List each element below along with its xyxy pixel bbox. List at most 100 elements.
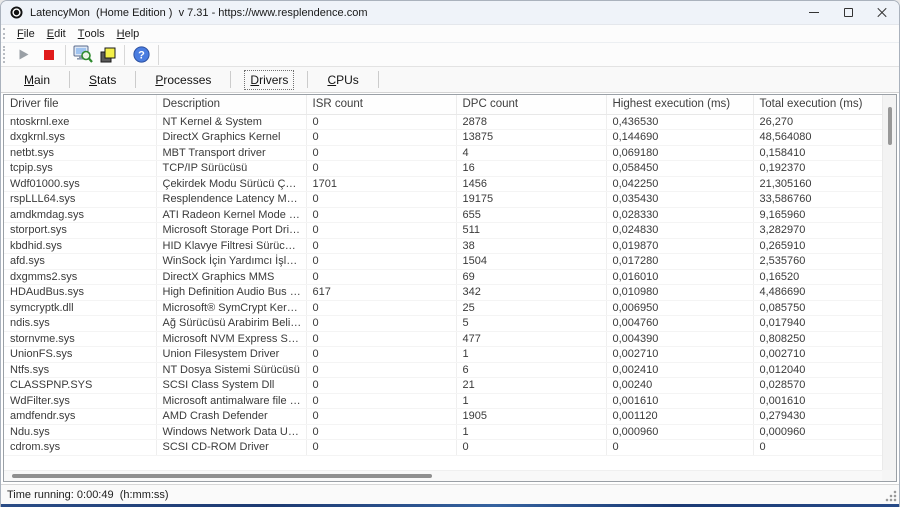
table-cell: 342 — [456, 285, 606, 301]
table-row-storport-sys[interactable]: storport.sysMicrosoft Storage Port Drive… — [4, 223, 882, 239]
table-cell: cdrom.sys — [4, 440, 156, 456]
table-row-afd-sys[interactable]: afd.sysWinSock İçin Yardımcı İşlev Sü...… — [4, 254, 882, 270]
stop-monitor-button[interactable] — [37, 44, 60, 66]
table-cell: 0 — [306, 378, 456, 394]
toolbar-gripper[interactable] — [3, 46, 8, 62]
table-cell: 0,085750 — [753, 300, 882, 316]
table-cell: 0,058450 — [606, 161, 753, 177]
table-cell: kbdhid.sys — [4, 238, 156, 254]
menu-item-tools[interactable]: Tools — [72, 25, 111, 42]
column-header-description[interactable]: Description — [156, 95, 306, 114]
table-row-unionfs-sys[interactable]: UnionFS.sysUnion Filesystem Driver010,00… — [4, 347, 882, 363]
table-cell: Resplendence Latency Monit... — [156, 192, 306, 208]
menu-item-edit[interactable]: Edit — [41, 25, 72, 42]
table-cell: 0,024830 — [606, 223, 753, 239]
table-row-cdrom-sys[interactable]: cdrom.sysSCSI CD-ROM Driver0000 — [4, 440, 882, 456]
table-row-amdfendr-sys[interactable]: amdfendr.sysAMD Crash Defender019050,001… — [4, 409, 882, 425]
table-cell: 0 — [753, 440, 882, 456]
table-cell: 9,165960 — [753, 207, 882, 223]
table-row-wdf01000-sys[interactable]: Wdf01000.sysÇekirdek Modu Sürücü Çatısı … — [4, 176, 882, 192]
table-row-ntfs-sys[interactable]: Ntfs.sysNT Dosya Sistemi Sürücüsü060,002… — [4, 362, 882, 378]
table-row-classpnp-sys[interactable]: CLASSPNP.SYSSCSI Class System Dll0210,00… — [4, 378, 882, 394]
table-row-rsplll64-sys[interactable]: rspLLL64.sysResplendence Latency Monit..… — [4, 192, 882, 208]
table-row-symcryptk-dll[interactable]: symcryptk.dllMicrosoft® SymCrypt Kernel … — [4, 300, 882, 316]
table-cell: Ağ Sürücüsü Arabirim Belirtim... — [156, 316, 306, 332]
table-cell: 26,270 — [753, 114, 882, 130]
table-cell: ndis.sys — [4, 316, 156, 332]
table-cell: NT Kernel & System — [156, 114, 306, 130]
horizontal-scrollbar[interactable] — [4, 470, 882, 481]
help-button[interactable]: ? — [130, 44, 153, 66]
maximize-button[interactable] — [831, 1, 865, 24]
analyze-report-button[interactable] — [71, 44, 94, 66]
tab-main[interactable]: Main — [5, 67, 69, 92]
table-cell: 0,001610 — [606, 393, 753, 409]
tab-label: Processes — [149, 70, 217, 90]
resize-grip[interactable] — [885, 490, 897, 502]
column-header-total-execution-ms[interactable]: Total execution (ms) — [753, 95, 882, 114]
table-row-tcpip-sys[interactable]: tcpip.sysTCP/IP Sürücüsü0160,0584500,192… — [4, 161, 882, 177]
table-row-ndis-sys[interactable]: ndis.sysAğ Sürücüsü Arabirim Belirtim...… — [4, 316, 882, 332]
table-cell: 0,004390 — [606, 331, 753, 347]
table-cell: 0,004760 — [606, 316, 753, 332]
menubar-gripper[interactable] — [3, 28, 8, 40]
table-cell: 0,002710 — [753, 347, 882, 363]
table-cell: 0,000960 — [753, 424, 882, 440]
title-bar[interactable]: LatencyMon (Home Edition ) v 7.31 - http… — [1, 1, 899, 24]
toolbar-separator — [124, 45, 125, 65]
tab-stats[interactable]: Stats — [70, 67, 135, 92]
table-row-kbdhid-sys[interactable]: kbdhid.sysHID Klavye Filtresi Sürücüsü03… — [4, 238, 882, 254]
table-cell: DirectX Graphics Kernel — [156, 130, 306, 146]
table-cell: ntoskrnl.exe — [4, 114, 156, 130]
horizontal-scrollbar-thumb[interactable] — [12, 474, 432, 478]
table-cell: 0 — [306, 161, 456, 177]
table-cell: 0 — [306, 207, 456, 223]
table-cell: 1504 — [456, 254, 606, 270]
table-cell: 0 — [306, 145, 456, 161]
table-cell: Ntfs.sys — [4, 362, 156, 378]
tab-drivers[interactable]: Drivers — [231, 67, 307, 92]
table-cell: 0,006950 — [606, 300, 753, 316]
table-cell: 1 — [456, 347, 606, 363]
table-cell: AMD Crash Defender — [156, 409, 306, 425]
table-row-wdfilter-sys[interactable]: WdFilter.sysMicrosoft antimalware file s… — [4, 393, 882, 409]
table-row-stornvme-sys[interactable]: stornvme.sysMicrosoft NVM Express Storp.… — [4, 331, 882, 347]
menu-item-help[interactable]: Help — [111, 25, 146, 42]
tab-cpus[interactable]: CPUs — [308, 67, 377, 92]
window-controls — [797, 1, 899, 24]
table-cell: 0 — [306, 238, 456, 254]
table-cell: 1701 — [306, 176, 456, 192]
table-row-dxgmms2-sys[interactable]: dxgmms2.sysDirectX Graphics MMS0690,0160… — [4, 269, 882, 285]
table-cell: 0 — [306, 223, 456, 239]
vertical-scrollbar-thumb[interactable] — [888, 107, 892, 145]
table-row-netbt-sys[interactable]: netbt.sysMBT Transport driver040,0691800… — [4, 145, 882, 161]
table-cell: 0,001610 — [753, 393, 882, 409]
menu-item-file[interactable]: File — [11, 25, 41, 42]
table-cell: 0,042250 — [606, 176, 753, 192]
table-cell: Wdf01000.sys — [4, 176, 156, 192]
column-header-isr-count[interactable]: ISR count — [306, 95, 456, 114]
table-cell: 1456 — [456, 176, 606, 192]
table-row-ndu-sys[interactable]: Ndu.sysWindows Network Data Usag...010,0… — [4, 424, 882, 440]
table-row-ntoskrnl-exe[interactable]: ntoskrnl.exeNT Kernel & System028780,436… — [4, 114, 882, 130]
tab-label: Main — [18, 70, 56, 90]
vertical-scrollbar[interactable] — [882, 95, 896, 470]
column-header-driver-file[interactable]: Driver file — [4, 95, 156, 114]
table-cell: Windows Network Data Usag... — [156, 424, 306, 440]
start-monitor-button[interactable] — [12, 44, 35, 66]
column-header-highest-execution-ms[interactable]: Highest execution (ms) — [606, 95, 753, 114]
table-cell: MBT Transport driver — [156, 145, 306, 161]
table-row-hdaudbus-sys[interactable]: HDAudBus.sysHigh Definition Audio Bus Dr… — [4, 285, 882, 301]
table-cell: ATI Radeon Kernel Mode Driver — [156, 207, 306, 223]
table-cell: 1 — [456, 393, 606, 409]
copy-report-button[interactable] — [96, 44, 119, 66]
table-cell: 0 — [306, 254, 456, 270]
table-row-dxgkrnl-sys[interactable]: dxgkrnl.sysDirectX Graphics Kernel013875… — [4, 130, 882, 146]
table-cell: 0 — [306, 393, 456, 409]
minimize-button[interactable] — [797, 1, 831, 24]
tab-processes[interactable]: Processes — [136, 67, 230, 92]
column-header-dpc-count[interactable]: DPC count — [456, 95, 606, 114]
close-button[interactable] — [865, 1, 899, 24]
table-cell: 0,436530 — [606, 114, 753, 130]
table-row-amdkmdag-sys[interactable]: amdkmdag.sysATI Radeon Kernel Mode Drive… — [4, 207, 882, 223]
